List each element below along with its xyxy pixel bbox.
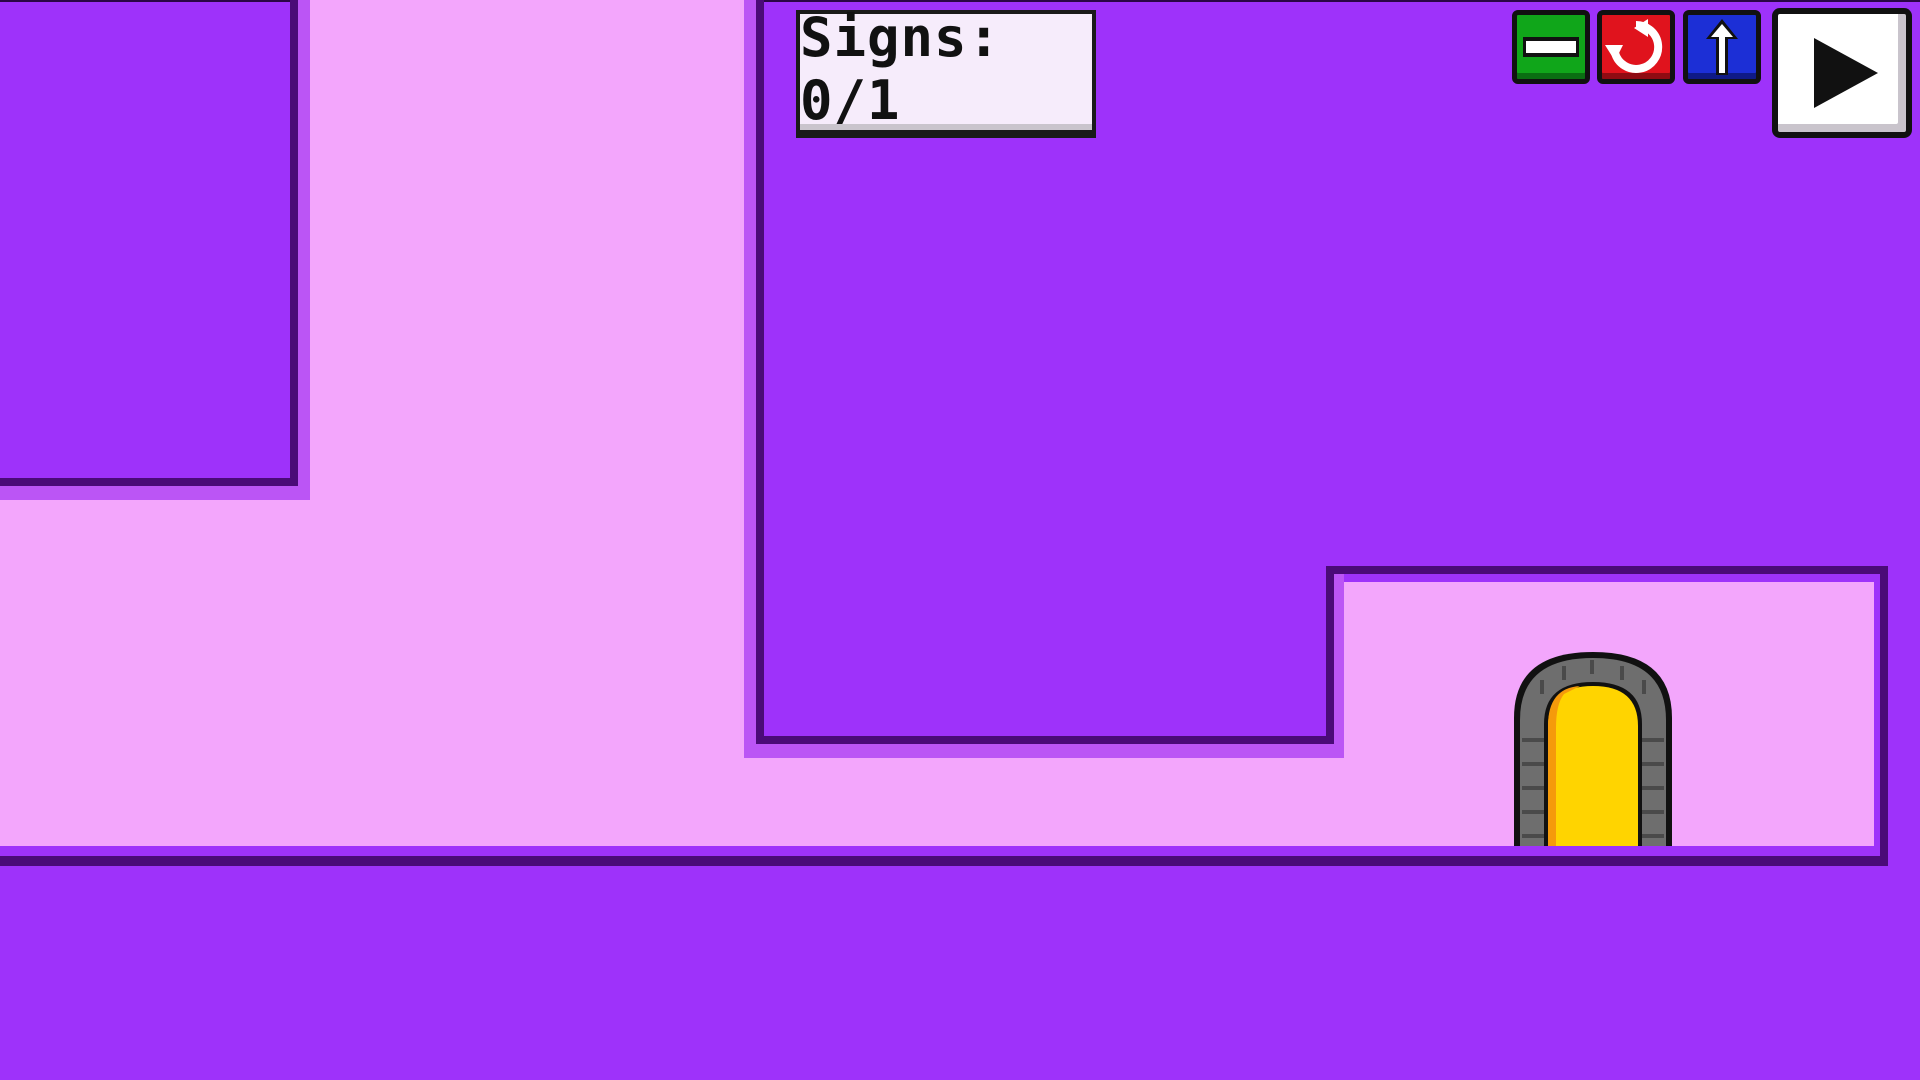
signs-counter-label: Signs: 0/1 bbox=[800, 6, 1002, 132]
play-icon bbox=[1814, 38, 1878, 108]
exit-door-icon[interactable] bbox=[1510, 648, 1676, 846]
wall-lip bbox=[744, 744, 1344, 758]
wall-outline bbox=[1326, 566, 1888, 574]
wall-lip bbox=[296, 0, 310, 500]
play-button[interactable] bbox=[1772, 8, 1912, 138]
game-stage[interactable]: Signs: 0/1 bbox=[0, 0, 1920, 1080]
up-arrow-icon bbox=[1706, 19, 1738, 75]
minus-button[interactable] bbox=[1512, 10, 1590, 84]
wall-outline bbox=[1326, 566, 1334, 744]
top-border bbox=[0, 0, 1920, 2]
wall-lip bbox=[0, 486, 310, 500]
wall-outline bbox=[756, 0, 764, 744]
minus-icon bbox=[1523, 37, 1579, 57]
wall-outline bbox=[1880, 566, 1888, 864]
wall-outline bbox=[756, 736, 1334, 744]
wall-outline bbox=[0, 478, 298, 486]
restart-icon bbox=[1605, 19, 1663, 73]
signs-counter-panel: Signs: 0/1 bbox=[796, 6, 1096, 138]
corridor-left bbox=[0, 500, 744, 846]
door-graphic bbox=[1514, 652, 1672, 846]
floor-outline bbox=[0, 856, 1888, 866]
wall-outline bbox=[290, 0, 298, 486]
restart-button[interactable] bbox=[1597, 10, 1675, 84]
jump-button[interactable] bbox=[1683, 10, 1761, 84]
